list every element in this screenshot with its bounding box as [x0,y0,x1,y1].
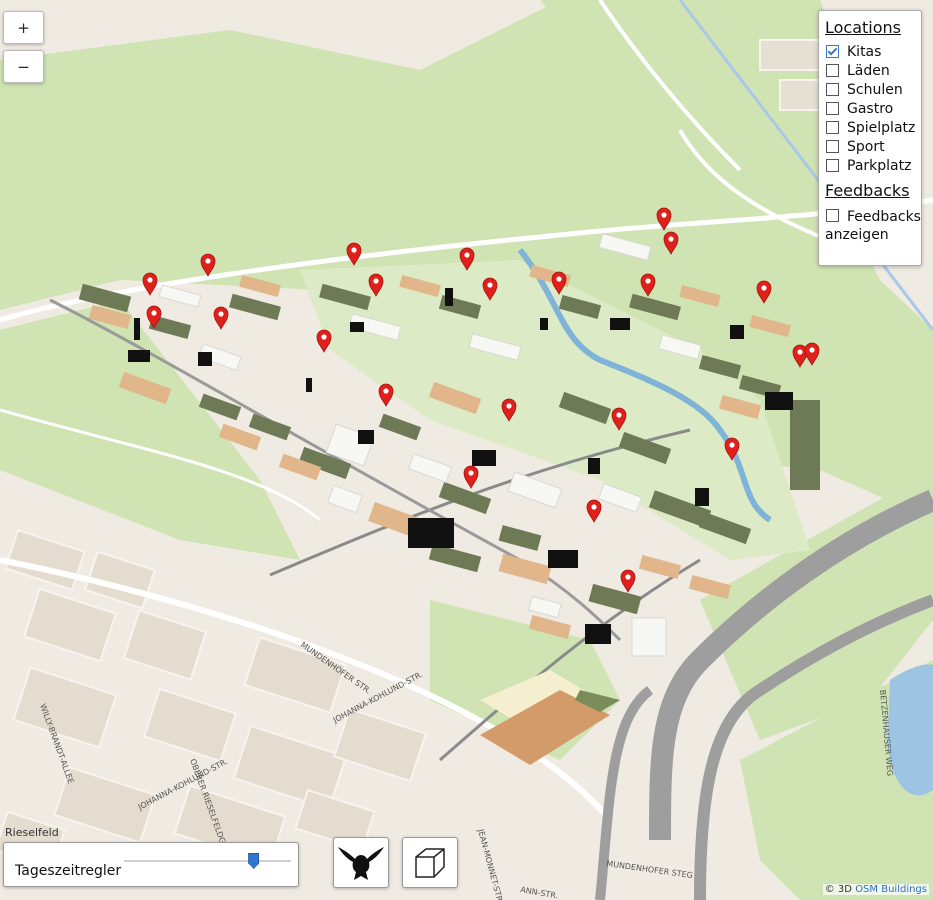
time-of-day-label: Tageszeitregler [15,863,122,879]
bird-view-button[interactable] [333,837,389,888]
layer-checkbox[interactable] [826,159,839,172]
attribution: © 3D OSM Buildings [822,884,929,895]
layer-label: Gastro [847,100,894,117]
locations-panel: Locations Kitas Läden Schulen Gastro Spielpl… [818,10,922,266]
zoom-out-button[interactable]: − [3,50,44,83]
time-slider-track[interactable] [124,860,291,862]
layer-label: Parkplatz [847,157,912,174]
layer-checkbox[interactable] [826,83,839,96]
layer-item-1[interactable]: Läden [825,61,921,80]
layer-checkbox[interactable] [826,45,839,58]
layer-label: Spielplatz [847,119,916,136]
feedbacks-toggle[interactable]: Feedbacks anzeigen [825,208,921,244]
layer-checkbox[interactable] [826,140,839,153]
layer-label: Läden [847,62,890,79]
layer-item-6[interactable]: Parkplatz [825,156,921,175]
layer-item-3[interactable]: Gastro [825,99,921,118]
bird-view-icon [338,846,384,880]
place-label-rieselfeld: Rieselfeld [5,826,59,839]
zoom-in-button[interactable]: + [3,11,44,44]
time-of-day-control: Tageszeitregler [3,842,299,887]
layer-item-5[interactable]: Sport [825,137,921,156]
layer-checkbox[interactable] [826,102,839,115]
locations-heading: Locations [825,18,902,37]
cube-view-button[interactable] [402,837,458,888]
layer-item-4[interactable]: Spielplatz [825,118,921,137]
locations-list: Kitas Läden Schulen Gastro Spielplatz Sport Pa… [825,42,921,175]
cube-3d-icon [415,847,445,878]
layer-item-0[interactable]: Kitas [825,42,921,61]
map-svg[interactable]: MUNDENHOFER STR. JOHANNA-KOHLUND-STR. JO… [0,0,933,900]
layer-checkbox[interactable] [826,64,839,77]
layer-checkbox[interactable] [826,121,839,134]
layer-item-2[interactable]: Schulen [825,80,921,99]
osm-buildings-link[interactable]: OSM Buildings [855,884,927,895]
feedbacks-heading: Feedbacks [825,181,910,200]
feedbacks-toggle-label: Feedbacks anzeigen [825,209,921,243]
layer-label: Sport [847,138,885,155]
feedbacks-checkbox[interactable] [826,209,839,222]
attribution-prefix: © 3D [824,884,852,895]
map-canvas[interactable]: MUNDENHOFER STR. JOHANNA-KOHLUND-STR. JO… [0,0,933,900]
layer-label: Schulen [847,81,903,98]
layer-label: Kitas [847,43,882,60]
time-slider-thumb[interactable] [248,853,260,869]
